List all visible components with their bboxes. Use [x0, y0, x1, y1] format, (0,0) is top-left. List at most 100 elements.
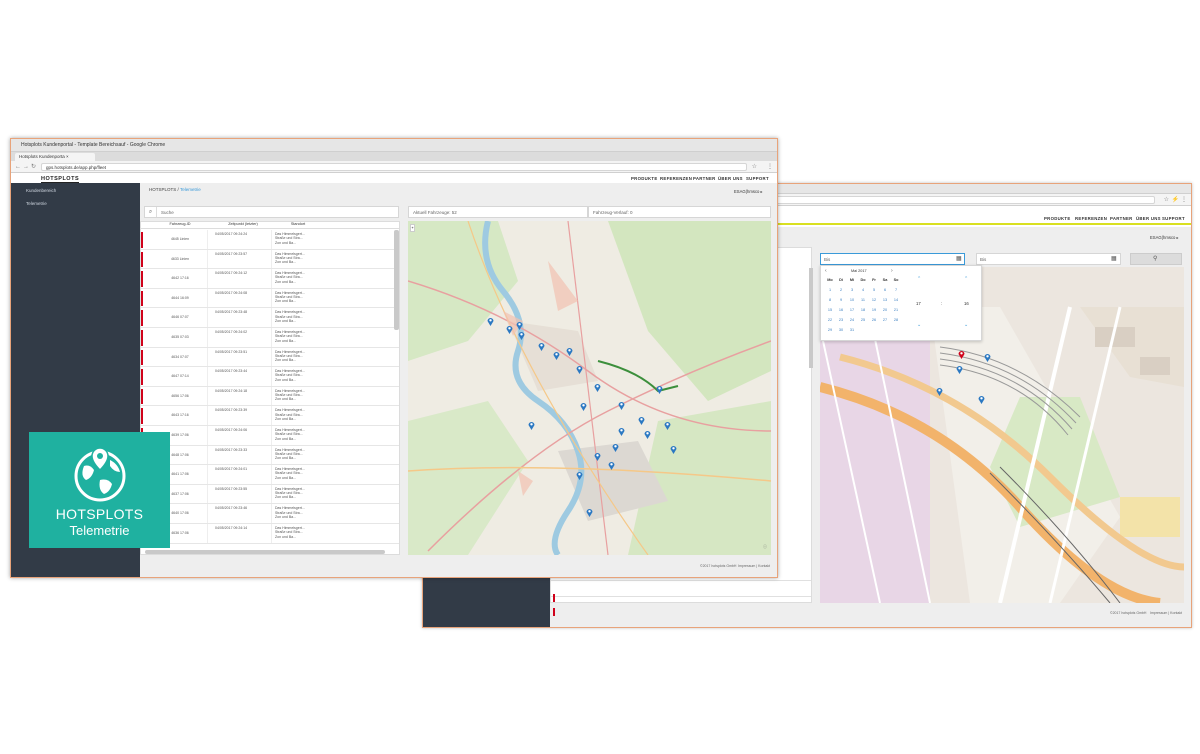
- address-input[interactable]: gps.hotsplots.de/app.php/fleet: [41, 163, 747, 171]
- nav-support[interactable]: SUPPORT: [1162, 216, 1185, 221]
- star-icon[interactable]: ☆: [752, 163, 757, 171]
- sidebar-item-kundenbereich[interactable]: Kundenbereich: [26, 188, 56, 193]
- calendar-day[interactable]: 22: [825, 318, 835, 322]
- vehicle-marker-icon[interactable]: [576, 471, 583, 480]
- bis-input[interactable]: Bis: [976, 253, 1121, 265]
- vehicle-marker-icon[interactable]: [978, 395, 985, 404]
- calendar-day[interactable]: 3: [847, 288, 857, 292]
- calendar-day[interactable]: 25: [858, 318, 868, 322]
- vehicle-marker-icon[interactable]: [566, 347, 573, 356]
- prev-month-button[interactable]: ‹: [825, 268, 827, 274]
- calendar-day[interactable]: 16: [836, 308, 846, 312]
- vehicle-marker-icon[interactable]: [644, 430, 651, 439]
- browser-tab[interactable]: Hotsplots Kundenporta ×: [15, 153, 95, 161]
- calendar-day[interactable]: 21: [891, 308, 901, 312]
- column-header-location[interactable]: Standort: [273, 222, 323, 226]
- nav-produkte[interactable]: PRODUKTE: [631, 176, 658, 181]
- calendar-day[interactable]: 7: [891, 288, 901, 292]
- minute-down-icon[interactable]: ⌄: [964, 322, 968, 328]
- table-row[interactable]: 4640 17:06 04/05/2017 09:23:46 Das Himmels…: [141, 504, 399, 524]
- vehicle-marker-icon[interactable]: [518, 331, 525, 340]
- calendar-day[interactable]: 2: [836, 288, 846, 292]
- calendar-day[interactable]: 15: [825, 308, 835, 312]
- table-row[interactable]: 4636 17:06 04/05/2017 09:24:14 Das Himmels…: [141, 524, 399, 544]
- vehicle-marker-icon[interactable]: [487, 317, 494, 326]
- star-icon[interactable]: ☆: [1164, 196, 1169, 204]
- vehicle-marker-icon[interactable]: [936, 387, 943, 396]
- calendar-day[interactable]: 24: [847, 318, 857, 322]
- table-row[interactable]: 4634 07:07 04/05/2017 09:23:51 Das Himmels…: [141, 347, 399, 368]
- breadcrumb-root[interactable]: HOTSPLOTS /: [149, 187, 179, 192]
- zoom-control[interactable]: +: [410, 224, 415, 232]
- vehicle-marker-icon[interactable]: [553, 351, 560, 360]
- minute-up-icon[interactable]: ⌃: [964, 276, 968, 282]
- vehicle-marker-icon[interactable]: [664, 421, 671, 430]
- table-row[interactable]: 4633 Linien 04/05/2017 09:23:57 Das Himmel…: [141, 249, 399, 270]
- datetime-picker[interactable]: ‹ Mai 2017 › Mo Di Mi Do Fr Sa So 1 2 3 4 5 6 7 8 9 10 11…: [820, 265, 982, 341]
- vehicle-marker-icon[interactable]: [576, 365, 583, 374]
- table-row[interactable]: 4635 07:03 04/05/2017 09:24:02 Das Himmels…: [141, 328, 399, 348]
- von-input[interactable]: Bis: [820, 253, 965, 265]
- calendar-day[interactable]: 9: [836, 298, 846, 302]
- back-user-menu[interactable]: ESAG(hmsco ▸: [1150, 235, 1179, 240]
- vehicle-marker-icon[interactable]: [594, 452, 601, 461]
- calendar-day[interactable]: 17: [847, 308, 857, 312]
- menu-icon[interactable]: ⋮: [767, 163, 773, 171]
- nav-produkte[interactable]: PRODUKTE: [1044, 216, 1071, 221]
- attribution-icon[interactable]: ⓘ: [763, 544, 767, 550]
- calendar-icon[interactable]: ▦: [1111, 255, 1117, 262]
- vehicle-marker-icon[interactable]: [580, 402, 587, 411]
- calendar-day[interactable]: 29: [825, 328, 835, 332]
- nav-referenzen[interactable]: REFERENZEN: [1075, 216, 1107, 221]
- column-header-id[interactable]: Fahrzeug-ID: [155, 222, 205, 226]
- extension-icon[interactable]: ⚡: [1172, 196, 1179, 204]
- vehicle-marker-icon[interactable]: [528, 421, 535, 430]
- hour-up-icon[interactable]: ⌃: [917, 276, 921, 282]
- calendar-day[interactable]: 4: [858, 288, 868, 292]
- overview-map[interactable]: + ⓘ: [408, 221, 771, 555]
- hour-down-icon[interactable]: ⌄: [917, 322, 921, 328]
- calendar-day[interactable]: 13: [880, 298, 890, 302]
- table-row[interactable]: 4641 17:06 04/05/2017 09:24:01 Das Himmels…: [141, 465, 399, 485]
- vehicle-marker-icon[interactable]: [638, 416, 645, 425]
- minute-value[interactable]: 16: [964, 301, 969, 306]
- table-horizontal-scrollbar[interactable]: [145, 550, 385, 554]
- vehicle-marker-icon[interactable]: [656, 385, 663, 394]
- calendar-day[interactable]: 23: [836, 318, 846, 322]
- table-row[interactable]: 4645 Linien 04/05/2017 09:24:24 Das Himmel…: [141, 230, 399, 250]
- vehicle-marker-icon[interactable]: [506, 325, 513, 334]
- vehicle-marker-selected-icon[interactable]: [958, 350, 965, 359]
- table-row[interactable]: 4643 17:16 04/05/2017 09:23:39 Das Himmels…: [141, 406, 399, 426]
- calendar-day[interactable]: 11: [858, 298, 868, 302]
- table-row[interactable]: 4637 17:06 04/05/2017 09:23:55 Das Himmels…: [141, 484, 399, 505]
- locate-button[interactable]: ⚲: [1130, 253, 1182, 265]
- vehicle-marker-icon[interactable]: [516, 321, 523, 330]
- back-list-scrollbar[interactable]: [809, 268, 813, 368]
- search-icon[interactable]: ⌕: [145, 207, 157, 217]
- calendar-day[interactable]: 8: [825, 298, 835, 302]
- column-header-time[interactable]: Zeitpunkt (letzter): [213, 222, 273, 226]
- nav-partner[interactable]: PARTNER: [1110, 216, 1133, 221]
- menu-icon[interactable]: ⋮: [1181, 196, 1187, 204]
- vehicle-marker-icon[interactable]: [608, 461, 615, 470]
- calendar-day[interactable]: 12: [869, 298, 879, 302]
- calendar-day[interactable]: 5: [869, 288, 879, 292]
- table-row[interactable]: 4656 17:06 04/05/2017 09:24:18 Das Himmels…: [141, 386, 399, 407]
- route-filter-field[interactable]: Fahrzeug-Verlauf: 0: [588, 206, 771, 218]
- calendar-day[interactable]: 18: [858, 308, 868, 312]
- reload-icon[interactable]: ↻: [31, 163, 36, 171]
- back-footer-links[interactable]: Impressum | Kontakt: [1150, 611, 1182, 615]
- table-row[interactable]: 4644 16:09 04/05/2017 09:24:08 Das Himmels…: [141, 288, 399, 309]
- hotsplots-logo[interactable]: HOTSPLOTS: [41, 176, 80, 183]
- calendar-day[interactable]: 14: [891, 298, 901, 302]
- calendar-day[interactable]: 1: [825, 288, 835, 292]
- calendar-day[interactable]: 27: [880, 318, 890, 322]
- vehicle-marker-icon[interactable]: [984, 353, 991, 362]
- table-row[interactable]: 4648 17:06 04/05/2017 09:23:33 Das Himmels…: [141, 445, 399, 466]
- calendar-day[interactable]: 20: [880, 308, 890, 312]
- month-label[interactable]: Mai 2017: [851, 269, 867, 273]
- vehicle-marker-icon[interactable]: [612, 443, 619, 452]
- sidebar-item-telemetrie[interactable]: Telemetrie: [26, 201, 47, 206]
- table-vertical-scrollbar[interactable]: [394, 230, 399, 330]
- calendar-day[interactable]: 30: [836, 328, 846, 332]
